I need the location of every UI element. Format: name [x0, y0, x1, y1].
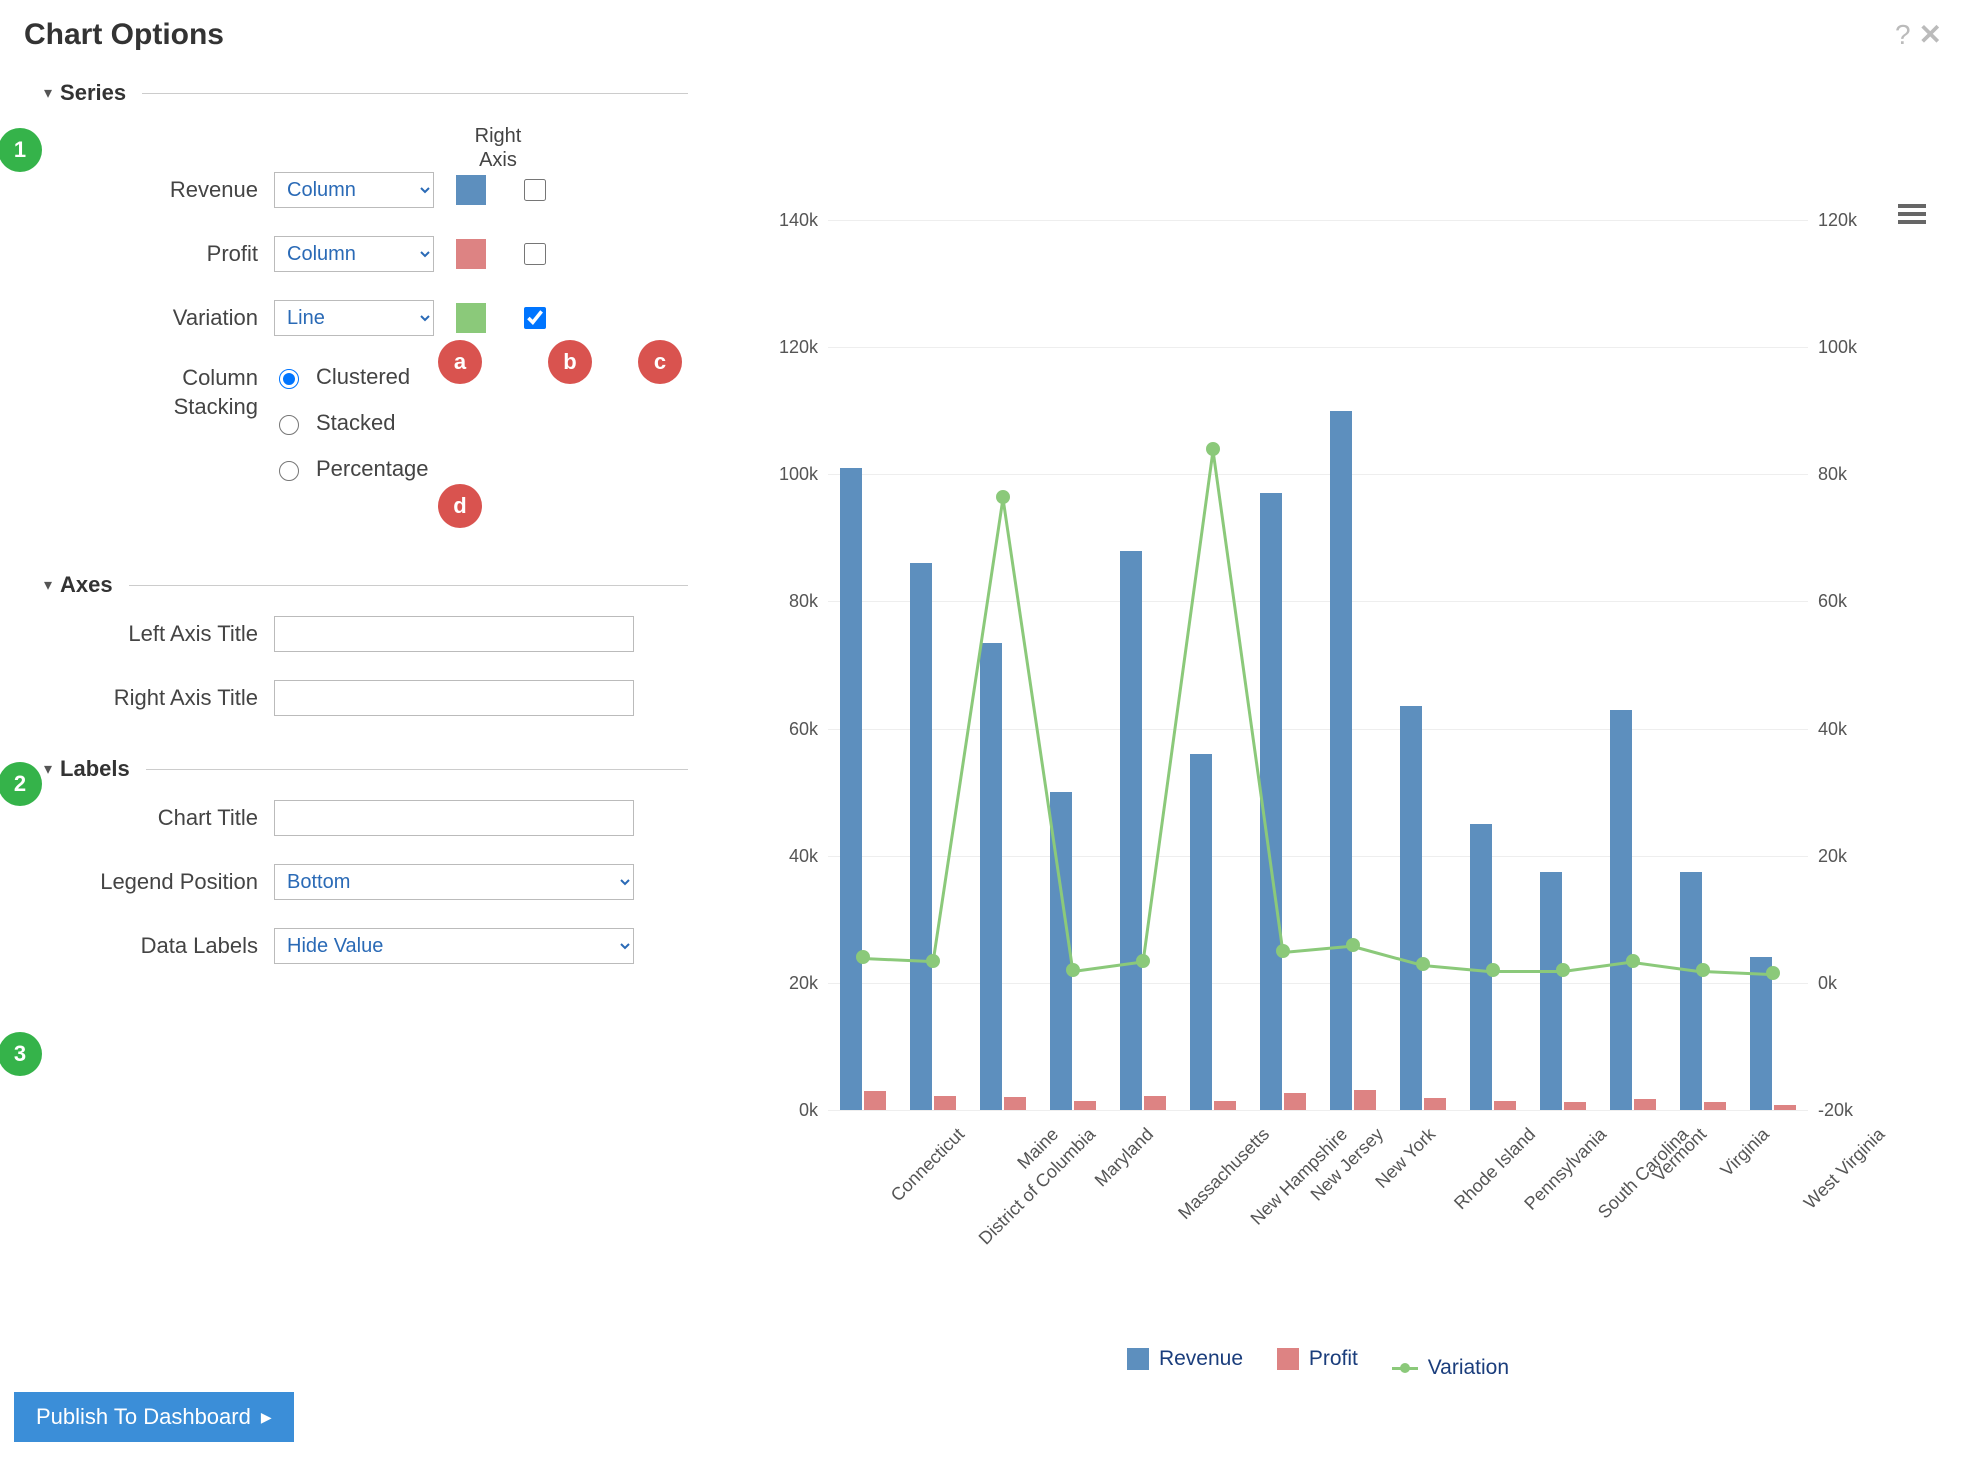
- data-labels-select[interactable]: Hide Value: [274, 928, 634, 964]
- data-labels-label: Data Labels: [68, 933, 274, 959]
- section-labels-title: Labels: [60, 756, 130, 782]
- legend-profit-swatch: [1277, 1348, 1299, 1370]
- chevron-down-icon[interactable]: ▾: [44, 759, 52, 779]
- publish-to-dashboard-button[interactable]: Publish To Dashboard ▶: [14, 1392, 294, 1442]
- stacking-percentage-radio[interactable]: [279, 461, 299, 481]
- close-icon[interactable]: ✕: [1919, 18, 1942, 51]
- series-revenue-right-axis-checkbox[interactable]: [524, 179, 546, 201]
- divider: [129, 585, 688, 586]
- left-axis-title-input[interactable]: [274, 616, 634, 652]
- stacking-stacked-label: Stacked: [316, 410, 396, 436]
- right-axis-header: RightAxis: [458, 124, 538, 172]
- series-variation-right-axis-checkbox[interactable]: [524, 307, 546, 329]
- chevron-down-icon[interactable]: ▾: [44, 575, 52, 595]
- legend-revenue-label: Revenue: [1159, 1347, 1243, 1371]
- series-variation-type-select[interactable]: Line: [274, 300, 434, 336]
- legend-position-label: Legend Position: [68, 869, 274, 895]
- series-profit-type-select[interactable]: Column: [274, 236, 434, 272]
- series-variation-label: Variation: [68, 305, 274, 331]
- right-axis-title-label: Right Axis Title: [68, 685, 274, 711]
- chart-plot: 0k20k40k60k80k100k120k140k-20k0k20k40k60…: [828, 220, 1808, 1110]
- annotation-2: 2: [0, 762, 42, 806]
- publish-label: Publish To Dashboard: [36, 1404, 251, 1430]
- page-title: Chart Options: [24, 18, 1946, 52]
- chart-legend: Revenue Profit Variation: [758, 1347, 1878, 1381]
- legend-position-select[interactable]: Bottom: [274, 864, 634, 900]
- annotation-d: d: [438, 484, 482, 528]
- help-icon[interactable]: ?: [1895, 19, 1911, 51]
- chevron-right-icon: ▶: [261, 1409, 272, 1426]
- series-profit-label: Profit: [68, 241, 274, 267]
- series-variation-color-swatch[interactable]: [456, 303, 486, 333]
- annotation-3: 3: [0, 1032, 42, 1076]
- section-series-title: Series: [60, 80, 126, 106]
- series-revenue-color-swatch[interactable]: [456, 175, 486, 205]
- chevron-down-icon[interactable]: ▾: [44, 83, 52, 103]
- series-profit-right-axis-checkbox[interactable]: [524, 243, 546, 265]
- stacking-percentage-label: Percentage: [316, 456, 429, 482]
- section-axes-title: Axes: [60, 572, 113, 598]
- stacking-clustered-label: Clustered: [316, 364, 410, 390]
- series-revenue-label: Revenue: [68, 177, 274, 203]
- chart-menu-icon[interactable]: [1898, 200, 1926, 228]
- divider: [146, 769, 688, 770]
- chart-area: 0k20k40k60k80k100k120k140k-20k0k20k40k60…: [758, 210, 1878, 1190]
- chart-title-input[interactable]: [274, 800, 634, 836]
- series-profit-color-swatch[interactable]: [456, 239, 486, 269]
- legend-variation-swatch: [1392, 1367, 1418, 1370]
- legend-variation-label: Variation: [1428, 1356, 1509, 1380]
- stacking-stacked-radio[interactable]: [279, 415, 299, 435]
- series-revenue-type-select[interactable]: Column: [274, 172, 434, 208]
- left-axis-title-label: Left Axis Title: [68, 621, 274, 647]
- legend-profit-label: Profit: [1309, 1347, 1358, 1371]
- chart-title-label: Chart Title: [68, 805, 274, 831]
- divider: [142, 93, 688, 94]
- stacking-clustered-radio[interactable]: [279, 369, 299, 389]
- annotation-1: 1: [0, 128, 42, 172]
- legend-revenue-swatch: [1127, 1348, 1149, 1370]
- right-axis-title-input[interactable]: [274, 680, 634, 716]
- column-stacking-label: ColumnStacking: [68, 364, 274, 421]
